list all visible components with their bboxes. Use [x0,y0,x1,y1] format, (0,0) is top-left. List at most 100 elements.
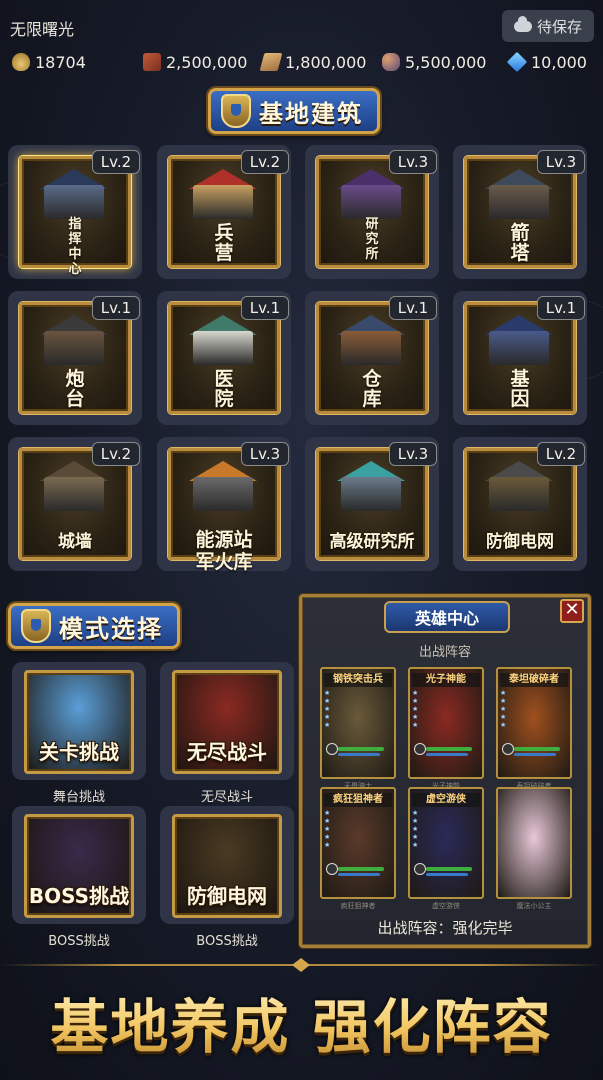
ornament-gem-icon [292,958,310,972]
resource-value: 5,500,000 [405,52,487,72]
building-body [341,331,401,365]
level-badge: Lv.1 [537,296,585,320]
hero-name: 泰坦破碎者 [500,673,568,687]
star-icon: ★ ★ ★ ★ ★ [412,809,419,849]
building-frame: Lv.1 炮 台 [19,296,140,414]
level-badge: Lv.2 [92,150,140,174]
modes-section-banner: 模式选择 [8,603,180,649]
building-card[interactable]: Lv.1 炮 台 [8,291,142,425]
building-name: 高级研究所 [329,532,415,552]
game-title: 无限曙光 [10,20,75,39]
building-card[interactable]: Lv.3 高级研究所 [305,437,439,571]
building-card[interactable]: Lv.2 指 挥 中 心 [8,145,142,279]
building-name: 箭 塔 [510,222,530,264]
mode-title: 无尽战斗 [187,740,267,764]
building-frame: Lv.2 防御电网 [464,442,585,560]
resource-plank: 1,800,000 [259,50,367,74]
close-button[interactable]: ✕ [560,599,584,623]
building-card[interactable]: Lv.1 医 院 [157,291,291,425]
hero-energy-bar [426,873,468,876]
hero-center-title: 英雄中心 [384,601,510,633]
mode-card[interactable]: BOSS挑战 [12,806,146,924]
building-card[interactable]: Lv.2 城墙 [8,437,142,571]
level-circle-icon [414,743,426,755]
tagline: 基地养成 强化阵容 [0,980,603,1064]
hero-energy-bar [426,753,468,756]
building-body [44,185,104,219]
wood-icon [143,53,161,71]
building-name: 城墙 [58,532,92,552]
mode-card[interactable]: 无尽战斗 [160,662,294,780]
hero-energy-bar [514,753,556,756]
level-badge: Lv.2 [92,442,140,466]
hero-caption: 魔法小公主 [516,902,552,910]
hero-card[interactable]: 泰坦破碎者 ★ ★ ★ ★ ★ [496,667,572,779]
building-body [44,331,104,365]
mode-title: 防御电网 [187,884,267,908]
building-card[interactable]: Lv.3 箭 塔 [453,145,587,279]
building-body [341,185,401,219]
building-card[interactable]: Lv.1 基 因 [453,291,587,425]
mode-card[interactable]: 防御电网 [160,806,294,924]
building-frame: Lv.3 研 究 所 [316,150,437,268]
level-badge: Lv.2 [241,150,289,174]
resource-diamond: 10,000 [506,50,587,74]
building-card[interactable]: Lv.1 仓 库 [305,291,439,425]
mode-artwork: 防御电网 [172,814,282,918]
mode-caption: BOSS挑战 [48,934,110,949]
building-name: 基 因 [510,368,530,410]
hero-card[interactable]: 虚空游侠 ★ ★ ★ ★ ★ [408,787,484,899]
building-name: 防御电网 [486,532,554,552]
hero-name: 光子神能 [412,673,480,687]
lineup-label: 出战阵容 [418,645,471,660]
star-icon: ★ ★ ★ ★ ★ [500,689,507,729]
hero-card[interactable]: 钢铁突击兵 ★ ★ ★ ★ ★ [320,667,396,779]
level-badge: Lv.1 [92,296,140,320]
building-frame: Lv.1 仓 库 [316,296,437,414]
level-badge: Lv.3 [389,442,437,466]
level-badge: Lv.3 [389,150,437,174]
building-card[interactable]: Lv.3 研 究 所 [305,145,439,279]
level-badge: Lv.3 [537,150,585,174]
building-body [44,477,104,511]
resource-value: 1,800,000 [285,52,367,72]
mode-artwork: 无尽战斗 [172,670,282,774]
money-bag-icon [12,53,30,71]
building-name: 研 究 所 [365,217,379,262]
mode-card[interactable]: 关卡挑战 [12,662,146,780]
shield-emblem-icon [21,609,51,643]
hero-card[interactable]: 光子神能 ★ ★ ★ ★ ★ [408,667,484,779]
building-body [193,331,253,365]
top-bar: 无限曙光 待保存 18704 2,500,000 1,800,000 5,500… [0,0,603,90]
resource-value: 2,500,000 [166,52,248,72]
resource-money: 18704 [12,50,86,74]
building-frame: Lv.1 医 院 [168,296,289,414]
save-button[interactable]: 待保存 [502,10,594,42]
building-card[interactable]: Lv.2 防御电网 [453,437,587,571]
hero-hp-bar [426,867,472,871]
mode-title: BOSS挑战 [28,884,130,908]
buildings-section-banner: 基地建筑 [208,88,380,134]
hero-card[interactable] [496,787,572,899]
building-frame: Lv.2 城墙 [19,442,140,560]
plank-icon [259,53,283,71]
mode-caption: BOSS挑战 [196,934,258,949]
hero-center-panel: 英雄中心 ✕ 出战阵容 钢铁突击兵 ★ ★ ★ ★ ★ 无畏骑士 光子神能 ★ ★ ★ ★ ★ 光子神能泰… [299,594,591,948]
mode-caption: 舞台挑战 [52,790,105,805]
castle-emblem-icon [221,94,251,128]
save-label: 待保存 [536,17,582,36]
resource-value: 18704 [35,52,86,72]
hero-hp-bar [338,747,384,751]
modes-section-title: 模式选择 [59,614,163,643]
building-card[interactable]: Lv.3 能源站 军火库 [157,437,291,573]
divider [0,958,603,972]
level-circle-icon [502,743,514,755]
building-body [341,477,401,511]
hero-hp-bar [426,747,472,751]
hero-card[interactable]: 疯狂狙神者 ★ ★ ★ ★ ★ [320,787,396,899]
cloud-icon [513,15,532,32]
diamond-icon [506,51,528,73]
building-name: 仓 库 [362,368,382,410]
building-body [489,185,549,219]
building-card[interactable]: Lv.2 兵 营 [157,145,291,279]
